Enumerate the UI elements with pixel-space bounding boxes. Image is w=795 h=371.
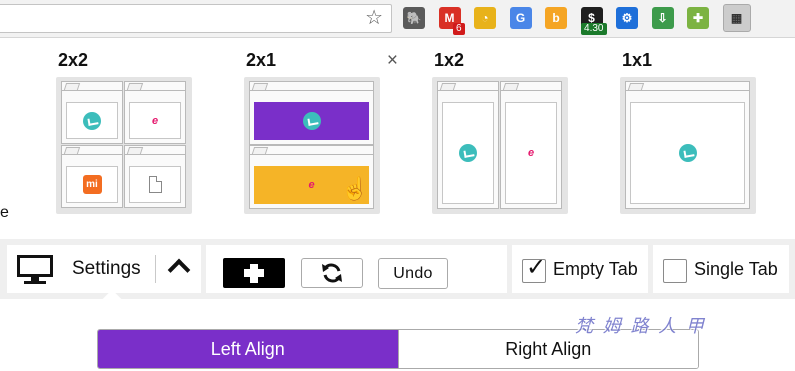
refresh-icon (322, 263, 342, 283)
gmail-icon[interactable]: M6 (438, 7, 465, 35)
dollar-extension-icon[interactable]: $4.30 (580, 7, 607, 35)
watermark-text: 梵 姆 路 人 甲 (575, 316, 706, 337)
layout-preview-2x2[interactable]: e mi (56, 77, 192, 214)
settings-panel[interactable]: Settings (7, 245, 201, 313)
layout-2x2[interactable]: 2x2 e mi (56, 49, 196, 214)
layout-preview-1x2[interactable]: e (432, 77, 568, 214)
pink-favicon-icon: e (151, 114, 159, 127)
window-thumbnail: mi (61, 145, 123, 208)
divider (155, 255, 156, 283)
layout-preview-1x1[interactable] (620, 77, 756, 214)
pink-favicon-icon: e (308, 179, 315, 191)
tab-resize-popup: e 2x2 e mi 2x1 × e ☝ 1x2 e 1x1 Settings … (0, 38, 795, 371)
layout-title: 2x1 (246, 50, 277, 70)
settings-label[interactable]: Settings (72, 258, 141, 280)
site-favicon-icon (459, 144, 477, 162)
single-tab-option[interactable]: Single Tab (653, 245, 789, 293)
blank-page-icon (148, 176, 162, 193)
b-extension-icon[interactable]: b (545, 7, 567, 29)
extension-badge: 4.30 (581, 23, 607, 35)
window-thumbnail (61, 81, 123, 144)
hand-cursor-icon: ☝ (341, 176, 369, 201)
evernote-icon[interactable]: 🐘 (403, 7, 425, 29)
window-thumbnail (249, 81, 374, 145)
window-thumbnail (625, 81, 750, 209)
tab-layout-extension-icon[interactable]: ▦ (722, 4, 751, 32)
puzzle-extension-icon[interactable]: ✚ (687, 7, 709, 29)
layout-1x1[interactable]: 1x1 (620, 49, 760, 214)
layout-options: 2x2 e mi 2x1 × e ☝ 1x2 e 1x1 (0, 38, 795, 238)
window-thumbnail (437, 81, 499, 209)
add-button[interactable] (223, 258, 285, 288)
star-icon[interactable]: ☆ (365, 8, 383, 28)
mi-logo-icon: mi (82, 175, 102, 194)
single-tab-checkbox[interactable] (663, 259, 687, 283)
refresh-button[interactable] (301, 258, 363, 288)
layout-1x2[interactable]: 1x2 e (432, 49, 572, 214)
browser-toolbar: ☆ 🐘 M 6 ◔ Gb $4.30 ⚙ ⇩ ✚ ▦ (0, 0, 795, 38)
empty-tab-checkbox[interactable]: ✓ (522, 254, 546, 283)
layout-2x1[interactable]: 2x1 × e ☝ (244, 49, 398, 214)
window-thumbnail: e (500, 81, 562, 209)
site-favicon-icon (83, 111, 101, 130)
settings-gear-ext-icon[interactable]: ⚙ (616, 7, 638, 29)
layout-preview-2x1[interactable]: e ☝ (244, 77, 380, 214)
extension-badge: 6 (452, 23, 465, 35)
single-tab-label: Single Tab (694, 259, 778, 279)
controls-bar: Settings Undo ✓ Empty Tab Single Tab (0, 239, 795, 313)
layout-title: 1x1 (622, 50, 653, 70)
undo-button[interactable]: Undo (378, 258, 448, 289)
layout-title: 2x2 (58, 50, 89, 70)
address-bar[interactable]: ☆ (0, 4, 392, 33)
window-thumbnail (124, 145, 186, 208)
pink-favicon-icon: e (527, 147, 535, 159)
translate-icon[interactable]: G (509, 7, 532, 29)
popover-pointer (100, 289, 124, 313)
monitor-icon (17, 255, 53, 284)
left-align-button[interactable]: Left Align (98, 330, 398, 368)
empty-tab-label: Empty Tab (553, 259, 638, 279)
close-icon[interactable]: × (387, 51, 398, 71)
checkmark-icon: ✓ (526, 254, 547, 281)
window-thumbnail: e (124, 81, 186, 144)
layout-title: 1x2 (434, 50, 465, 70)
clock-extension-icon[interactable]: ◔ (474, 7, 496, 29)
download-extension-icon[interactable]: ⇩ (651, 7, 674, 29)
action-panel: Undo (206, 245, 507, 293)
site-favicon-icon (678, 144, 697, 162)
empty-tab-option[interactable]: ✓ Empty Tab (512, 245, 648, 293)
site-favicon-icon (302, 112, 321, 130)
